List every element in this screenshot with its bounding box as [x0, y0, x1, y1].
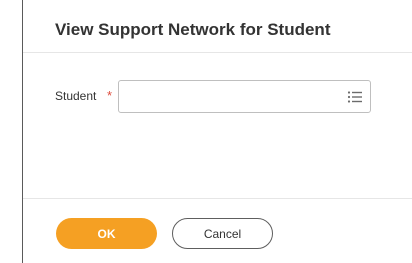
list-prompt-icon[interactable] — [347, 90, 362, 104]
cancel-button[interactable]: Cancel — [172, 218, 273, 249]
student-prompt-input[interactable] — [118, 80, 371, 113]
student-label: Student — [55, 89, 97, 103]
required-indicator: * — [107, 88, 113, 103]
header-divider — [23, 52, 412, 53]
ok-button[interactable]: OK — [56, 218, 157, 249]
dialog: View Support Network for Student Student… — [23, 0, 412, 263]
student-field-row: Student * — [55, 80, 395, 114]
dialog-title: View Support Network for Student — [55, 20, 331, 39]
footer-divider — [23, 198, 412, 199]
